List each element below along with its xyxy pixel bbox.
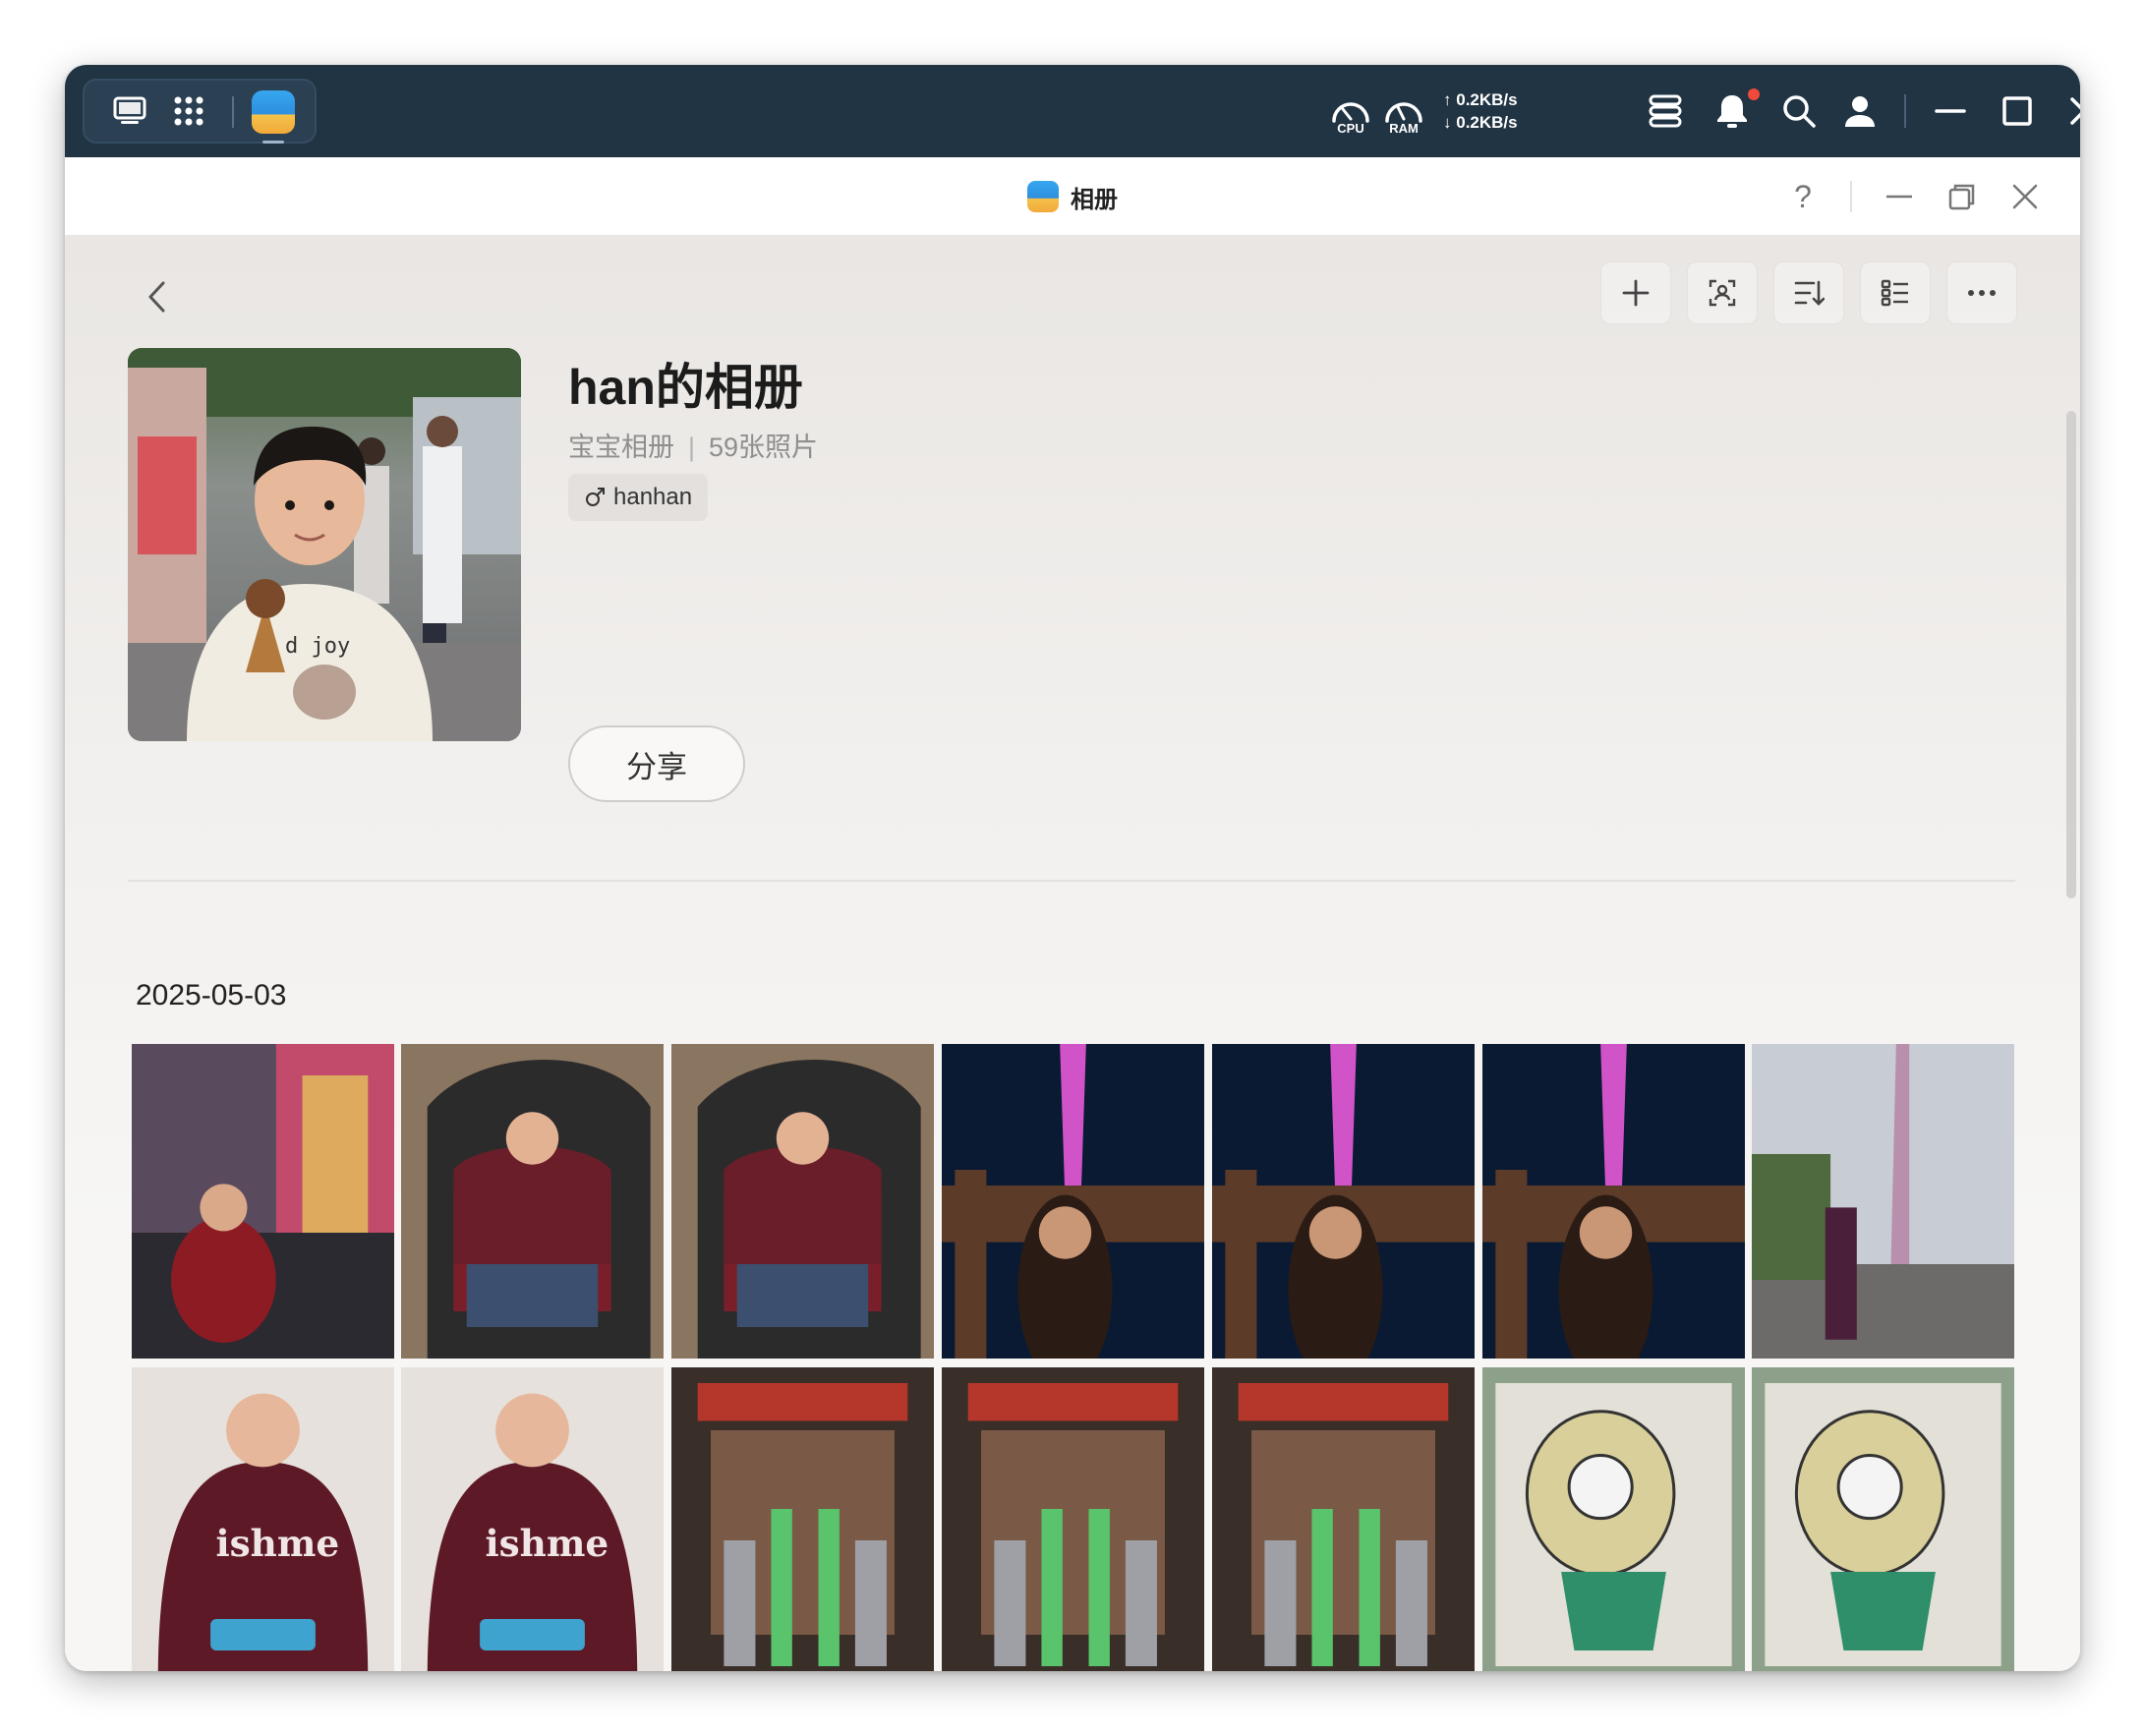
photo-thumbnail[interactable] [942, 1367, 1204, 1671]
photos-app-icon [1027, 181, 1059, 212]
photo-thumbnail[interactable]: ishme [401, 1367, 664, 1671]
meta-separator: | [688, 433, 696, 462]
sort-button[interactable] [1773, 261, 1844, 324]
photo-thumbnail[interactable] [671, 1044, 934, 1359]
task-manager-icon[interactable] [1636, 65, 1695, 157]
photo-thumbnail[interactable] [401, 1044, 664, 1359]
app-grid-icon[interactable] [165, 81, 212, 142]
window-close-icon[interactable] [2001, 173, 2049, 220]
ram-label: RAM [1389, 121, 1419, 136]
photo-thumbnail[interactable] [132, 1044, 394, 1359]
add-photos-button[interactable] [1600, 261, 1671, 324]
taskbar-launcher-group [83, 79, 317, 144]
system-close-icon[interactable] [2055, 65, 2080, 157]
album-meta: 宝宝相册 | 59张照片 [568, 426, 818, 464]
more-options-button[interactable] [1946, 261, 2017, 324]
photo-thumbnail[interactable] [1212, 1044, 1475, 1359]
plus-icon [1622, 279, 1650, 307]
photo-thumbnail[interactable]: ishme [132, 1367, 394, 1671]
system-taskbar: CPU RAM ↑ 0.2KB/s ↓ 0.2KB/s [65, 65, 2080, 157]
photo-count: 59张照片 [709, 433, 819, 462]
chevron-left-icon [148, 281, 165, 313]
photo-thumbnail[interactable] [942, 1044, 1204, 1359]
view-mode-button[interactable] [1860, 261, 1931, 324]
help-button[interactable]: ? [1779, 173, 1826, 220]
section-divider [128, 880, 2015, 882]
download-speed: 0.2KB/s [1456, 113, 1518, 132]
global-search-icon[interactable] [1769, 65, 1828, 157]
album-category: 宝宝相册 [568, 433, 674, 462]
window-restore-icon[interactable] [1939, 173, 1986, 220]
system-minimize-icon[interactable] [1921, 65, 1980, 157]
person-tag-label: hanhan [613, 484, 693, 510]
desktop-icon[interactable] [106, 81, 153, 142]
window-minimize-icon[interactable] [1876, 173, 1923, 220]
app-title: 相册 [1071, 186, 1118, 213]
svg-text:ishme: ishme [215, 1522, 339, 1565]
face-recognition-button[interactable] [1687, 261, 1758, 324]
cpu-label: CPU [1337, 121, 1364, 136]
upload-arrow-icon: ↑ [1443, 90, 1452, 109]
album-cover-image[interactable]: d joy [128, 348, 521, 741]
back-button[interactable] [130, 269, 185, 324]
download-arrow-icon: ↓ [1443, 113, 1452, 132]
more-icon [1968, 290, 1996, 296]
svg-text:ishme: ishme [485, 1522, 609, 1565]
sort-icon [1794, 280, 1825, 306]
photo-thumbnail[interactable] [1482, 1044, 1745, 1359]
cpu-meter[interactable]: CPU [1325, 65, 1376, 157]
face-scan-icon [1709, 279, 1736, 307]
photo-thumbnail[interactable] [1752, 1367, 2014, 1671]
date-group-label: 2025-05-03 [136, 979, 287, 1012]
album-content: d joy han的相册 宝宝相册 | 59张照片 hanhan 分享 2025-0… [65, 236, 2080, 1671]
photos-app-tile[interactable] [252, 90, 295, 144]
upload-speed: 0.2KB/s [1456, 90, 1518, 109]
list-view-icon [1881, 279, 1908, 307]
system-maximize-icon[interactable] [1988, 65, 2047, 157]
ram-meter[interactable]: RAM [1378, 65, 1429, 157]
titlebar-separator [1850, 181, 1852, 212]
app-titlebar: 相册 ? [65, 157, 2080, 236]
app-window: CPU RAM ↑ 0.2KB/s ↓ 0.2KB/s 相册 ? d joy h… [65, 65, 2080, 1671]
person-tag[interactable]: hanhan [568, 474, 709, 521]
album-title: han的相册 [568, 360, 803, 415]
photo-thumbnail[interactable] [671, 1367, 934, 1671]
male-gender-icon [586, 488, 605, 506]
photo-thumbnail[interactable] [1482, 1367, 1745, 1671]
notification-bell-icon[interactable] [1703, 65, 1762, 157]
photo-thumbnail[interactable] [1752, 1044, 2014, 1359]
user-account-icon[interactable] [1830, 65, 1889, 157]
notification-badge [1748, 88, 1760, 100]
scrollbar-thumb[interactable] [2066, 411, 2076, 898]
share-button[interactable]: 分享 [568, 725, 745, 802]
taskbar-separator [232, 96, 234, 128]
photo-thumbnail[interactable] [1212, 1367, 1475, 1671]
system-controls-separator [1904, 94, 1906, 128]
network-speed[interactable]: ↑ 0.2KB/s ↓ 0.2KB/s [1443, 88, 1518, 134]
svg-text:d joy: d joy [285, 634, 350, 659]
